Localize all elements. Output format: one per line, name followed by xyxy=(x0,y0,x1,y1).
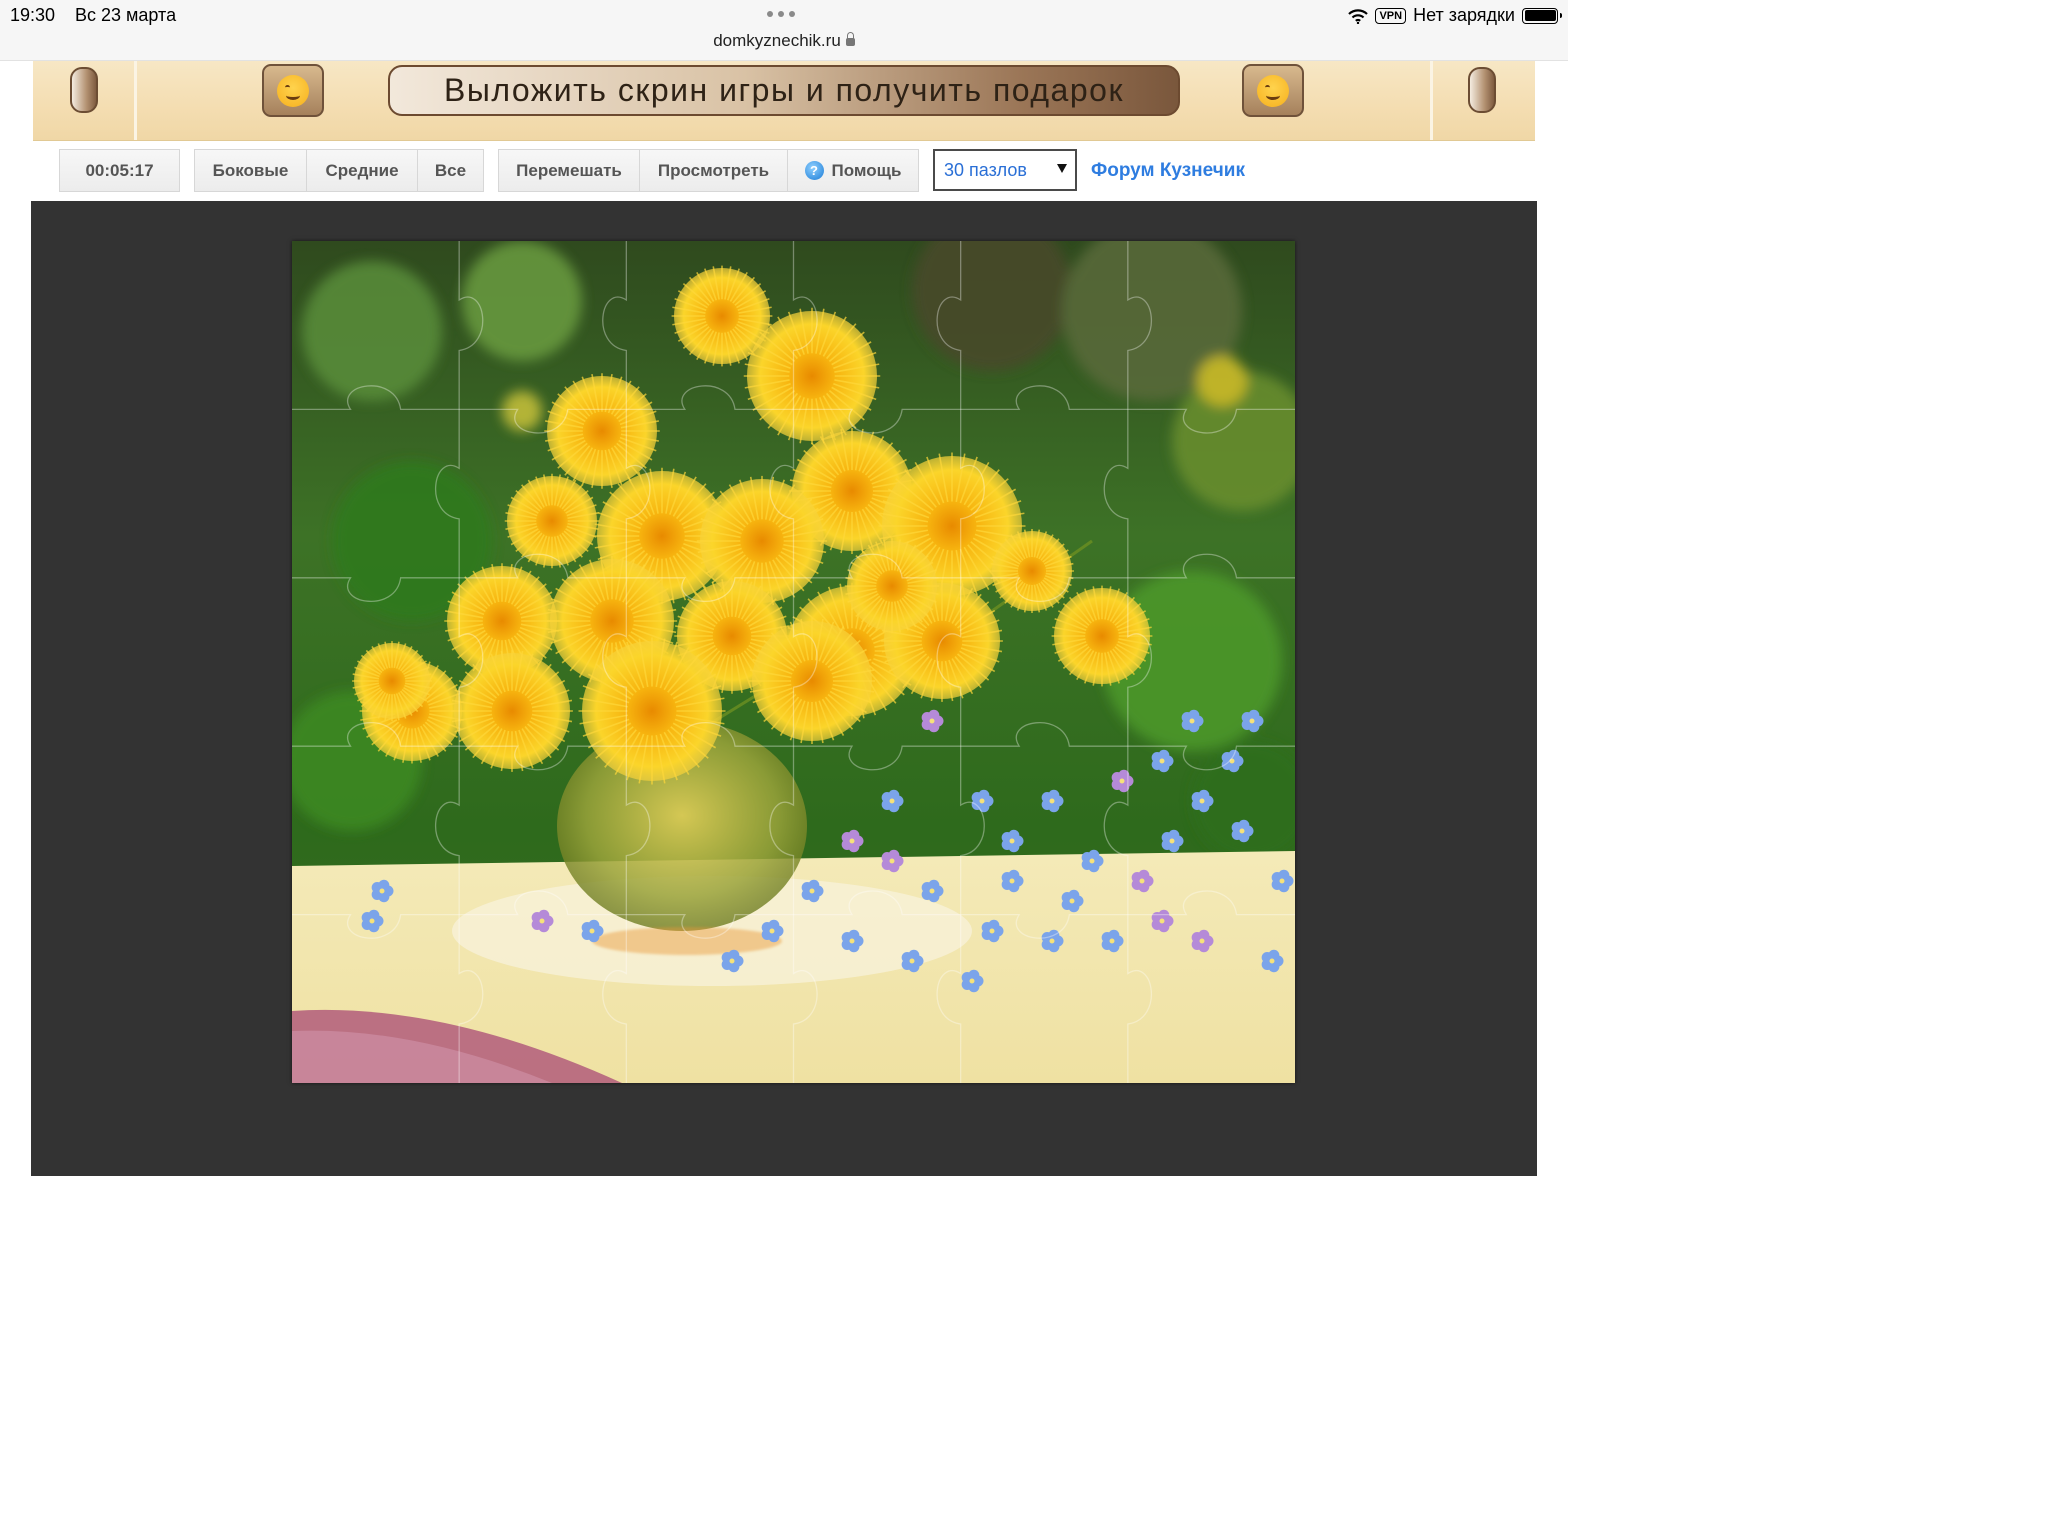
pieces-count-select[interactable]: 30 пазлов xyxy=(933,149,1077,191)
banner-decoration-right xyxy=(1468,67,1496,113)
assembled-puzzle-image[interactable] xyxy=(292,241,1295,1083)
url-text: domkyznechik.ru xyxy=(713,31,841,50)
timer-display: 00:05:17 xyxy=(59,149,180,192)
banner-divider xyxy=(134,61,137,140)
lock-icon xyxy=(845,32,855,46)
wifi-icon xyxy=(1348,8,1369,24)
multitasking-dots-icon[interactable] xyxy=(767,11,795,17)
question-icon: ? xyxy=(804,161,824,180)
forum-link[interactable]: Форум Кузнечик xyxy=(1091,160,1245,182)
help-button[interactable]: ? Помощь xyxy=(787,149,919,192)
status-date: Вс 23 марта xyxy=(75,5,177,25)
hugging-face-emoji-icon[interactable] xyxy=(262,64,324,117)
banner-decoration-left xyxy=(70,67,98,113)
middles-button[interactable]: Средние xyxy=(306,149,418,192)
help-label: Помощь xyxy=(831,160,902,180)
post-screenshot-button[interactable]: Выложить скрин игры и получить подарок xyxy=(388,65,1180,116)
hugging-face-emoji-icon[interactable] xyxy=(1242,64,1304,117)
promo-banner: Выложить скрин игры и получить подарок xyxy=(33,61,1535,141)
chevron-down-icon xyxy=(1057,164,1067,173)
status-indicators: VPN Нет зарядки xyxy=(1348,5,1562,26)
banner-divider xyxy=(1430,61,1433,140)
address-bar[interactable]: domkyznechik.ru xyxy=(0,31,1568,51)
edges-button[interactable]: Боковые xyxy=(194,149,307,192)
vpn-badge: VPN xyxy=(1375,7,1407,24)
all-button[interactable]: Все xyxy=(417,149,484,192)
charging-status: Нет зарядки xyxy=(1413,5,1515,25)
puzzle-board[interactable] xyxy=(31,201,1537,1176)
status-time: 19:30 xyxy=(10,5,56,25)
puzzle-picture[interactable] xyxy=(292,241,1295,1083)
status-bar: 19:30 Вс 23 марта domkyznechik.ru VPN Не… xyxy=(0,0,1568,61)
pieces-count-value: 30 пазлов xyxy=(944,159,1027,180)
shuffle-button[interactable]: Перемешать xyxy=(498,149,640,192)
preview-button[interactable]: Просмотреть xyxy=(639,149,788,192)
battery-icon xyxy=(1522,7,1562,24)
